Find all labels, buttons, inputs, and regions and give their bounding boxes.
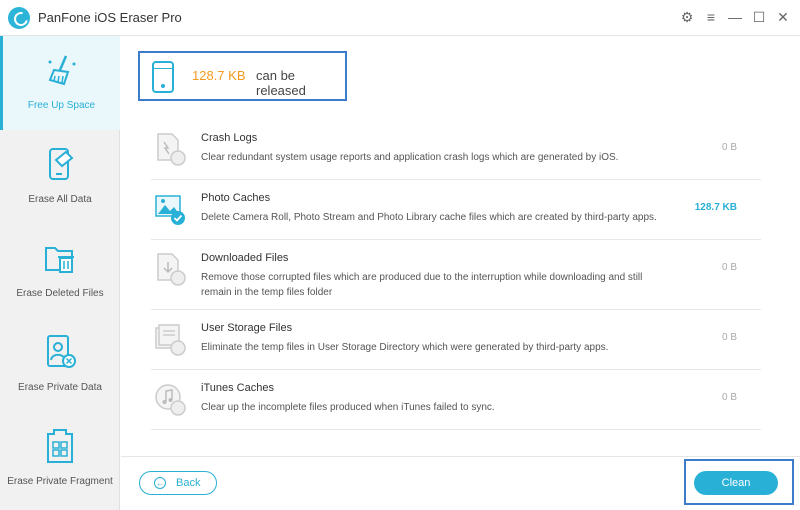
back-arrow-icon: ← (154, 477, 166, 489)
category-size: 0 B (721, 332, 737, 343)
sidebar-item-erase-all-data[interactable]: Erase All Data (0, 130, 120, 224)
fragment-grid-icon (42, 428, 78, 464)
app-title: PanFone iOS Eraser Pro (38, 10, 182, 25)
crash-log-icon (154, 132, 186, 166)
settings-icon[interactable]: ⚙ (678, 8, 696, 26)
sidebar: Free Up Space Erase All Data Erase Delet… (0, 36, 120, 510)
minimize-icon[interactable]: — (726, 8, 744, 26)
release-size: 128.7 KB (192, 68, 246, 83)
broom-icon (44, 52, 80, 88)
category-description: Clear redundant system usage reports and… (201, 152, 619, 163)
sidebar-item-erase-private-data[interactable]: Erase Private Data (0, 318, 120, 412)
category-description: Clear up the incomplete files produced w… (201, 402, 495, 413)
category-row-photo-caches[interactable]: Photo Caches Delete Camera Roll, Photo S… (151, 180, 761, 240)
category-title: Crash Logs (201, 132, 258, 144)
maximize-icon[interactable]: ☐ (750, 8, 768, 26)
clean-highlight: Clean (684, 459, 794, 505)
footer-bar: ← Back Clean (121, 456, 800, 510)
back-label: Back (176, 477, 201, 489)
category-row-downloaded-files[interactable]: Downloaded Files Remove those corrupted … (151, 240, 761, 310)
category-row-crash-logs[interactable]: Crash Logs Clear redundant system usage … (151, 120, 761, 180)
category-description: Eliminate the temp files in User Storage… (201, 342, 609, 353)
category-title: Downloaded Files (201, 252, 289, 264)
category-row-itunes-caches[interactable]: iTunes Caches Clear up the incomplete fi… (151, 370, 761, 430)
private-user-icon (42, 334, 78, 370)
category-list: Crash Logs Clear redundant system usage … (151, 120, 761, 430)
clean-button[interactable]: Clean (694, 471, 778, 495)
category-description: Remove those corrupted files which are p… (201, 272, 643, 298)
sidebar-item-label: Erase Private Fragment (7, 476, 113, 487)
category-description: Delete Camera Roll, Photo Stream and Pho… (201, 212, 657, 223)
sidebar-item-free-up-space[interactable]: Free Up Space (0, 36, 120, 130)
sidebar-item-label: Erase Deleted Files (16, 288, 104, 299)
category-title: iTunes Caches (201, 382, 274, 394)
storage-file-icon (154, 322, 186, 356)
category-size: 0 B (721, 262, 737, 273)
itunes-music-icon (154, 382, 186, 416)
sidebar-item-erase-deleted-files[interactable]: Erase Deleted Files (0, 224, 120, 318)
category-size: 0 B (721, 142, 737, 153)
phone-erase-icon (42, 146, 78, 182)
menu-icon[interactable]: ≡ (702, 8, 720, 26)
category-title: User Storage Files (201, 322, 293, 334)
category-size: 128.7 KB (694, 202, 737, 213)
sidebar-item-label: Free Up Space (27, 100, 96, 111)
category-title: Photo Caches (201, 192, 271, 204)
folder-trash-icon (42, 240, 78, 276)
app-logo-icon (8, 7, 30, 29)
download-file-icon (154, 252, 186, 286)
main-panel: 128.7 KB can be released Crash Logs Clea… (121, 36, 800, 510)
photo-cache-icon (154, 192, 186, 226)
sidebar-item-label: Erase All Data (28, 194, 92, 205)
phone-icon (152, 61, 174, 93)
category-row-user-storage-files[interactable]: User Storage Files Eliminate the temp fi… (151, 310, 761, 370)
close-icon[interactable]: ✕ (774, 8, 792, 26)
release-summary: 128.7 KB can be released (138, 51, 347, 101)
title-bar: PanFone iOS Eraser Pro ⚙ ≡ — ☐ ✕ (0, 0, 800, 36)
sidebar-item-erase-private-fragment[interactable]: Erase Private Fragment (0, 412, 120, 506)
back-button[interactable]: ← Back (139, 471, 217, 495)
sidebar-item-label: Erase Private Data (18, 382, 102, 393)
release-text: can be released (256, 68, 306, 98)
category-size: 0 B (721, 392, 737, 403)
